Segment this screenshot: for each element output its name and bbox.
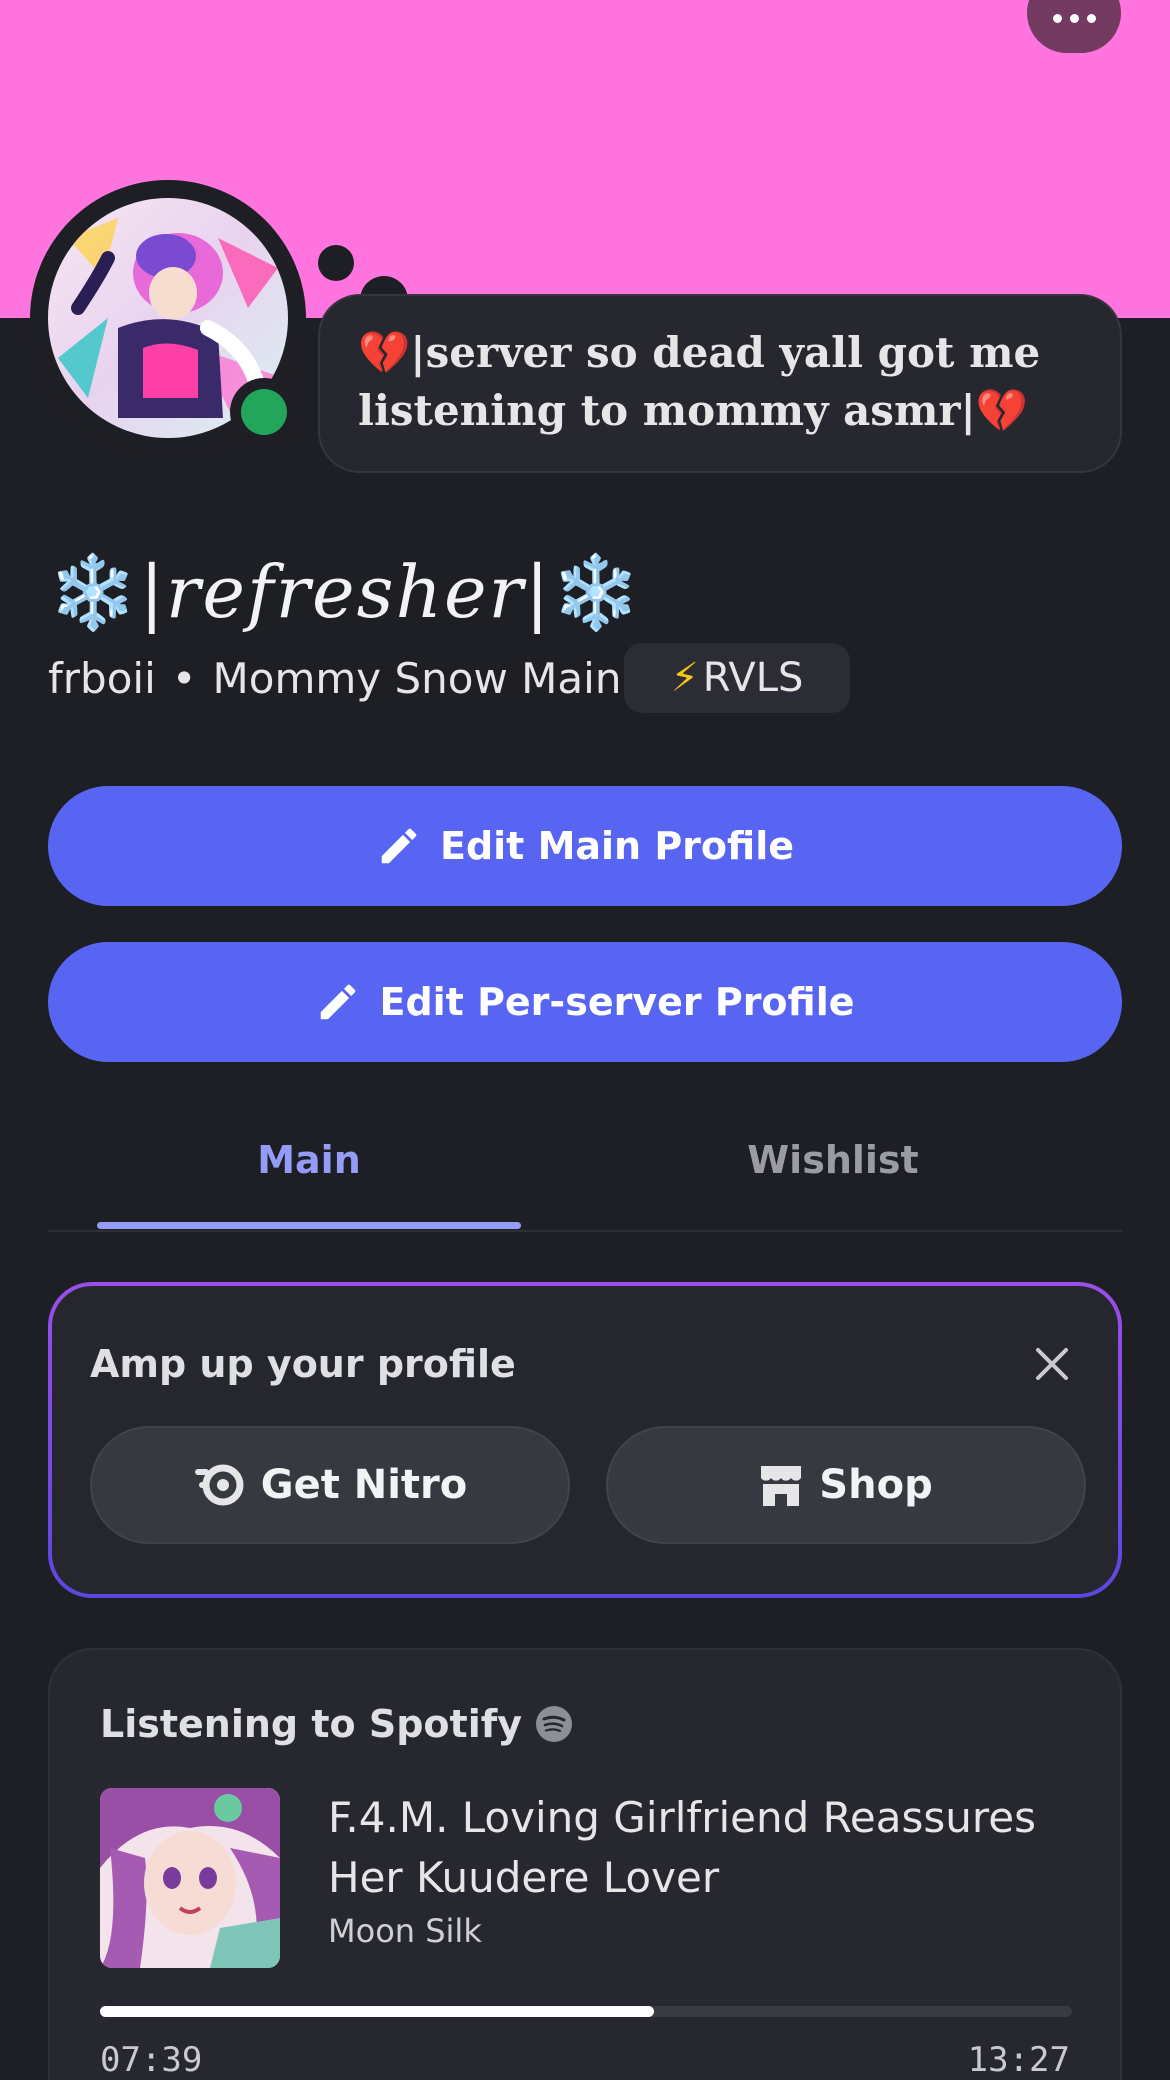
track-artist: Moon Silk <box>328 1912 482 1950</box>
snowflake-emoji: ❄️ <box>551 550 643 634</box>
broken-heart-emoji: 💔 <box>975 386 1029 435</box>
nitro-icon <box>194 1464 244 1506</box>
shop-label: Shop <box>819 1462 933 1508</box>
activity-heading-label: Listening to Spotify <box>100 1702 523 1746</box>
status-bubble-tail <box>318 245 354 281</box>
online-status-indicator <box>241 389 287 435</box>
shop-icon <box>761 1466 802 1506</box>
display-name-text: |refresher| <box>139 550 552 634</box>
edit-server-profile-label: Edit Per-server Profile <box>379 980 855 1024</box>
elapsed-time: 07:39 <box>100 2040 203 2080</box>
total-time: 13:27 <box>967 2040 1070 2080</box>
username-line: frboii • Mommy Snow Main <box>48 650 621 706</box>
snowflake-emoji: ❄️ <box>48 550 140 634</box>
server-tag-label: RVLS <box>702 655 804 701</box>
pencil-icon <box>321 984 356 1020</box>
spotify-icon <box>536 1706 573 1742</box>
tab-main[interactable]: Main <box>97 1130 521 1190</box>
custom-status-bubble[interactable]: 💔|server so dead yall got me listening t… <box>318 294 1122 473</box>
playback-progress-fill <box>100 2006 655 2017</box>
custom-status-label: |server so dead yall got me listening to… <box>358 328 1041 435</box>
server-tag[interactable]: ⚡ RVLS <box>624 643 850 713</box>
pencil-icon <box>381 828 417 864</box>
track-title: F.4.M. Loving Girlfriend Reassures Her K… <box>328 1793 1036 1902</box>
display-name: ❄️|refresher|❄️ <box>48 550 643 635</box>
active-tab-indicator <box>97 1222 521 1229</box>
amp-up-title: Amp up your profile <box>90 1342 516 1386</box>
spotify-activity-card[interactable]: Listening to Spotify F.4.M. Loving Girlf… <box>48 1648 1122 2080</box>
playback-progress-bar <box>100 2006 1072 2017</box>
edit-main-profile-label: Edit Main Profile <box>439 824 794 868</box>
more-icon <box>1052 14 1062 23</box>
custom-status-text: 💔|server so dead yall got me listening t… <box>358 324 1084 440</box>
edit-server-profile-button[interactable]: Edit Per-server Profile <box>48 942 1122 1062</box>
amp-up-card: Amp up your profile Get Nitro Shop <box>48 1282 1122 1598</box>
shop-button[interactable]: Shop <box>606 1426 1086 1544</box>
tab-divider <box>48 1230 1122 1232</box>
broken-heart-emoji: 💔 <box>358 328 411 377</box>
lightning-icon: ⚡ <box>670 655 699 701</box>
separator: • <box>171 653 197 703</box>
get-nitro-label: Get Nitro <box>260 1462 468 1508</box>
album-art[interactable] <box>100 1788 280 1968</box>
get-nitro-button[interactable]: Get Nitro <box>90 1426 570 1544</box>
activity-heading: Listening to Spotify <box>100 1702 573 1746</box>
username: frboii <box>48 653 156 703</box>
pronouns: Mommy Snow Main <box>212 653 622 703</box>
profile-screen: 💔|server so dead yall got me listening t… <box>0 0 1170 2080</box>
close-icon[interactable] <box>1034 1346 1070 1382</box>
edit-main-profile-button[interactable]: Edit Main Profile <box>48 786 1122 906</box>
tab-wishlist[interactable]: Wishlist <box>621 1130 1045 1190</box>
amp-up-card-body: Amp up your profile Get Nitro Shop <box>52 1286 1118 1594</box>
